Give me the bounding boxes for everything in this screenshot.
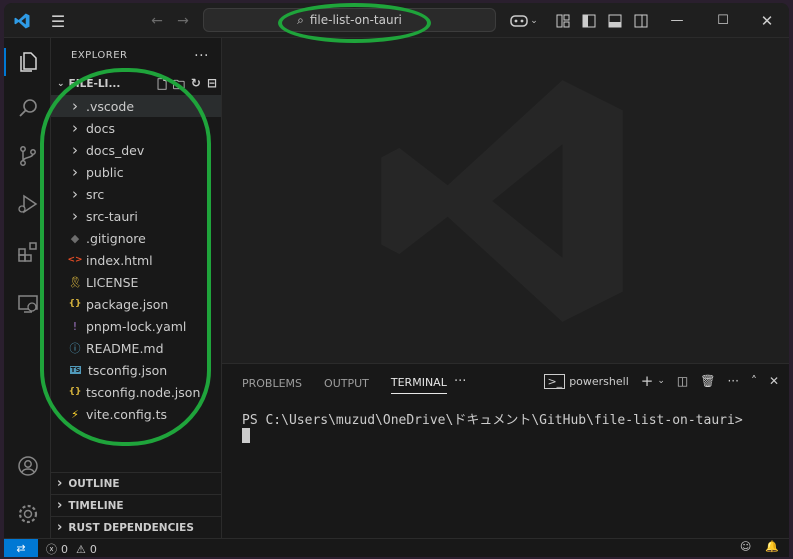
toggle-panel-icon[interactable] <box>603 9 627 33</box>
copilot-icon[interactable]: ⌄ <box>507 9 541 33</box>
split-terminal-icon[interactable]: ◫ <box>677 374 688 388</box>
minimize-button[interactable]: — <box>654 3 700 38</box>
warning-count: 0 <box>89 542 97 556</box>
panel-tab[interactable]: PROBLEMS <box>242 372 302 394</box>
collapse-all-icon[interactable]: ⊟ <box>207 76 217 97</box>
menu-icon[interactable]: ☰ <box>46 9 70 33</box>
explorer-icon[interactable] <box>4 40 51 84</box>
chevron-down-icon: ⌄ <box>57 79 65 89</box>
chevron-right-icon: › <box>57 498 63 513</box>
status-right: ☺ 🔔 <box>740 540 779 553</box>
more-actions-icon[interactable]: ··· <box>194 48 209 64</box>
pane-header[interactable]: › OUTLINE <box>51 472 222 494</box>
more-icon[interactable]: ··· <box>727 374 738 388</box>
maximize-button[interactable]: ☐ <box>700 3 746 38</box>
sidebar-panes: › OUTLINE › TIMELINE › RUST DEPENDENCIES <box>51 472 222 538</box>
pane-header[interactable]: › TIMELINE <box>51 494 222 516</box>
editor-area <box>222 38 789 363</box>
toggle-primary-sidebar-icon[interactable] <box>577 9 601 33</box>
warning-icon: ⚠ <box>76 542 86 556</box>
vscode-logo-icon <box>10 9 34 33</box>
sidebar-title: EXPLORER <box>71 50 128 61</box>
pane-header[interactable]: › RUST DEPENDENCIES <box>51 516 222 538</box>
chevron-right-icon: › <box>57 476 63 491</box>
bottom-panel: PROBLEMS OUTPUT TERMINAL ··· >_ powershell… <box>222 363 789 538</box>
toggle-secondary-sidebar-icon[interactable] <box>629 9 653 33</box>
panel-tab[interactable]: OUTPUT <box>324 372 369 394</box>
chevron-down-icon[interactable]: ⌄ <box>657 376 665 386</box>
panel-tab[interactable]: TERMINAL <box>390 372 447 394</box>
error-icon: ⓧ <box>46 543 57 556</box>
new-terminal-icon[interactable]: + <box>641 372 654 390</box>
forward-arrow-icon[interactable]: → <box>171 9 195 33</box>
back-arrow-icon[interactable]: ← <box>145 9 169 33</box>
refresh-icon[interactable]: ↻ <box>191 76 201 97</box>
notifications-bell-icon[interactable]: 🔔 <box>765 540 779 553</box>
close-panel-icon[interactable]: ✕ <box>769 374 779 388</box>
pane-label: TIMELINE <box>68 499 124 512</box>
close-button[interactable]: ✕ <box>744 3 789 38</box>
problems-status[interactable]: ⓧ 0 ⚠ 0 <box>46 541 97 557</box>
error-count: 0 <box>61 542 68 556</box>
terminal-cursor <box>242 428 250 443</box>
accounts-icon[interactable] <box>4 444 51 488</box>
status-bar: ⇄ ⓧ 0 ⚠ 0 ☺ 🔔 <box>4 538 789 557</box>
panel-tabs: PROBLEMS OUTPUT TERMINAL <box>242 372 447 394</box>
kill-terminal-icon[interactable]: 🗑 <box>700 374 715 388</box>
chevron-right-icon: › <box>57 520 63 535</box>
panel-more-icon[interactable]: ··· <box>454 374 466 389</box>
terminal-shell-name[interactable]: powershell <box>569 375 629 388</box>
terminal-icon: >_ <box>544 373 566 389</box>
settings-gear-icon[interactable] <box>4 492 51 536</box>
vscode-watermark-icon <box>381 80 623 322</box>
panel-actions: >_ powershell + ⌄ ◫ 🗑 ··· ˄ ✕ <box>544 372 779 390</box>
pane-label: RUST DEPENDENCIES <box>68 521 194 534</box>
terminal-prompt[interactable]: PS C:\Users\muzud\OneDrive\ドキュメント\GitHub… <box>242 409 743 428</box>
maximize-panel-icon[interactable]: ˄ <box>751 374 757 388</box>
remote-indicator-icon[interactable]: ⇄ <box>4 539 38 557</box>
copilot-status-icon[interactable]: ☺ <box>740 540 751 553</box>
customize-layout-icon[interactable] <box>551 9 575 33</box>
pane-label: OUTLINE <box>68 477 120 490</box>
file-tree-highlight-oval <box>40 68 211 446</box>
search-highlight-oval <box>278 3 431 43</box>
